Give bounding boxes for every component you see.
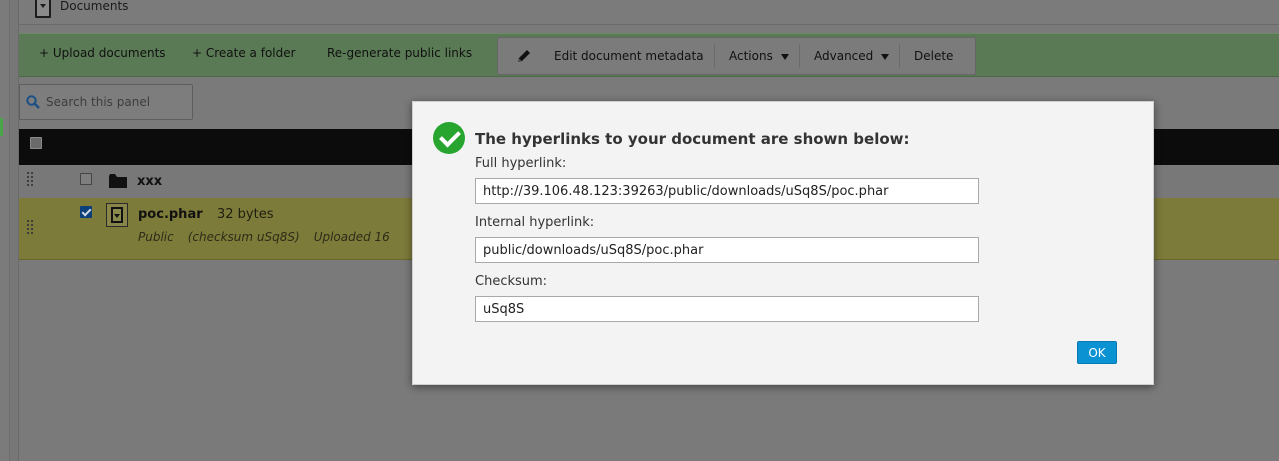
actions-label: Actions bbox=[729, 49, 773, 63]
sidebar-active-marker bbox=[0, 118, 3, 136]
row-checkbox[interactable] bbox=[80, 173, 92, 185]
file-meta: Public (checksum uSq8S) Uploaded 16 bbox=[138, 230, 404, 244]
success-check-icon bbox=[433, 122, 465, 154]
internal-hyperlink-field[interactable] bbox=[475, 237, 979, 263]
toolbar-divider bbox=[899, 44, 900, 68]
advanced-label: Advanced bbox=[814, 49, 874, 63]
upload-documents-button[interactable]: + Upload documents bbox=[39, 46, 166, 60]
file-size: 32 bytes bbox=[217, 207, 274, 222]
full-hyperlink-label: Full hyperlink: bbox=[475, 156, 567, 171]
toolbar-divider bbox=[714, 44, 715, 68]
internal-hyperlink-label: Internal hyperlink: bbox=[475, 215, 595, 230]
regenerate-public-links-button[interactable]: Re-generate public links bbox=[327, 46, 472, 60]
file-checksum: (checksum uSq8S) bbox=[187, 230, 300, 244]
file-visibility: Public bbox=[138, 230, 174, 244]
chevron-down-icon bbox=[780, 53, 789, 60]
breadcrumb-label[interactable]: Documents bbox=[60, 0, 128, 13]
document-icon bbox=[35, 0, 51, 18]
checksum-label: Checksum: bbox=[475, 274, 548, 289]
folder-icon bbox=[109, 174, 127, 188]
drag-handle-icon[interactable] bbox=[27, 172, 33, 190]
ok-button[interactable]: OK bbox=[1077, 341, 1117, 364]
toolbar-button-group: Edit document metadata Actions Advanced … bbox=[497, 37, 976, 75]
advanced-dropdown[interactable]: Advanced bbox=[814, 38, 890, 74]
toolbar: + Upload documents + Create a folder Re-… bbox=[19, 33, 1279, 77]
dialog-title: The hyperlinks to your document are show… bbox=[475, 130, 910, 148]
left-sidebar-strip bbox=[0, 0, 10, 461]
hyperlinks-dialog: The hyperlinks to your document are show… bbox=[412, 101, 1154, 385]
full-hyperlink-field[interactable] bbox=[475, 178, 979, 204]
select-all-checkbox[interactable] bbox=[30, 137, 42, 149]
create-folder-button[interactable]: + Create a folder bbox=[192, 46, 296, 60]
chevron-down-icon bbox=[881, 53, 890, 60]
search-icon bbox=[26, 95, 40, 109]
folder-name[interactable]: xxx bbox=[137, 174, 162, 189]
search-input[interactable] bbox=[46, 91, 186, 113]
delete-button[interactable]: Delete bbox=[914, 38, 953, 74]
edit-document-metadata-button[interactable]: Edit document metadata bbox=[554, 38, 704, 74]
actions-dropdown[interactable]: Actions bbox=[729, 38, 789, 74]
file-icon bbox=[106, 203, 128, 227]
search-box bbox=[19, 84, 193, 120]
breadcrumb: Documents bbox=[19, 0, 1279, 25]
file-name[interactable]: poc.phar bbox=[138, 207, 203, 222]
toolbar-divider bbox=[799, 44, 800, 68]
checksum-field[interactable] bbox=[475, 296, 979, 322]
row-checkbox-checked[interactable] bbox=[80, 206, 92, 218]
file-uploaded: Uploaded 16 bbox=[313, 230, 390, 244]
drag-handle-icon[interactable] bbox=[27, 220, 33, 238]
pencil-icon bbox=[518, 50, 530, 62]
